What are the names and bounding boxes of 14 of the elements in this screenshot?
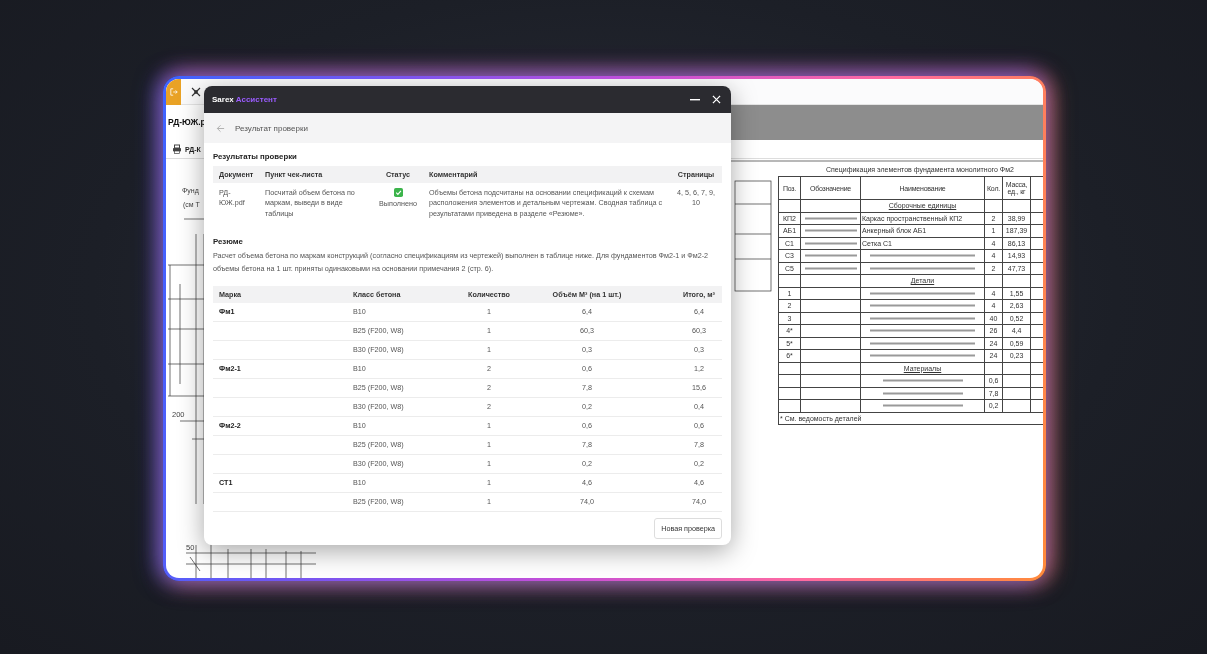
exit-button[interactable] [166, 79, 181, 105]
printer-icon [172, 144, 182, 154]
text-scribble [804, 266, 857, 270]
exit-icon [169, 87, 178, 96]
text-scribble [804, 254, 857, 258]
tools-icon[interactable] [191, 86, 201, 97]
minimize-icon[interactable] [690, 98, 700, 101]
text-scribble [804, 216, 857, 220]
brand-name: Sarex [212, 95, 234, 104]
text-scribble [804, 229, 857, 233]
page-title: Результат проверки [235, 123, 308, 133]
text-scribble [804, 241, 857, 245]
close-icon[interactable] [712, 95, 721, 104]
product-name: Ассистент [235, 95, 277, 104]
